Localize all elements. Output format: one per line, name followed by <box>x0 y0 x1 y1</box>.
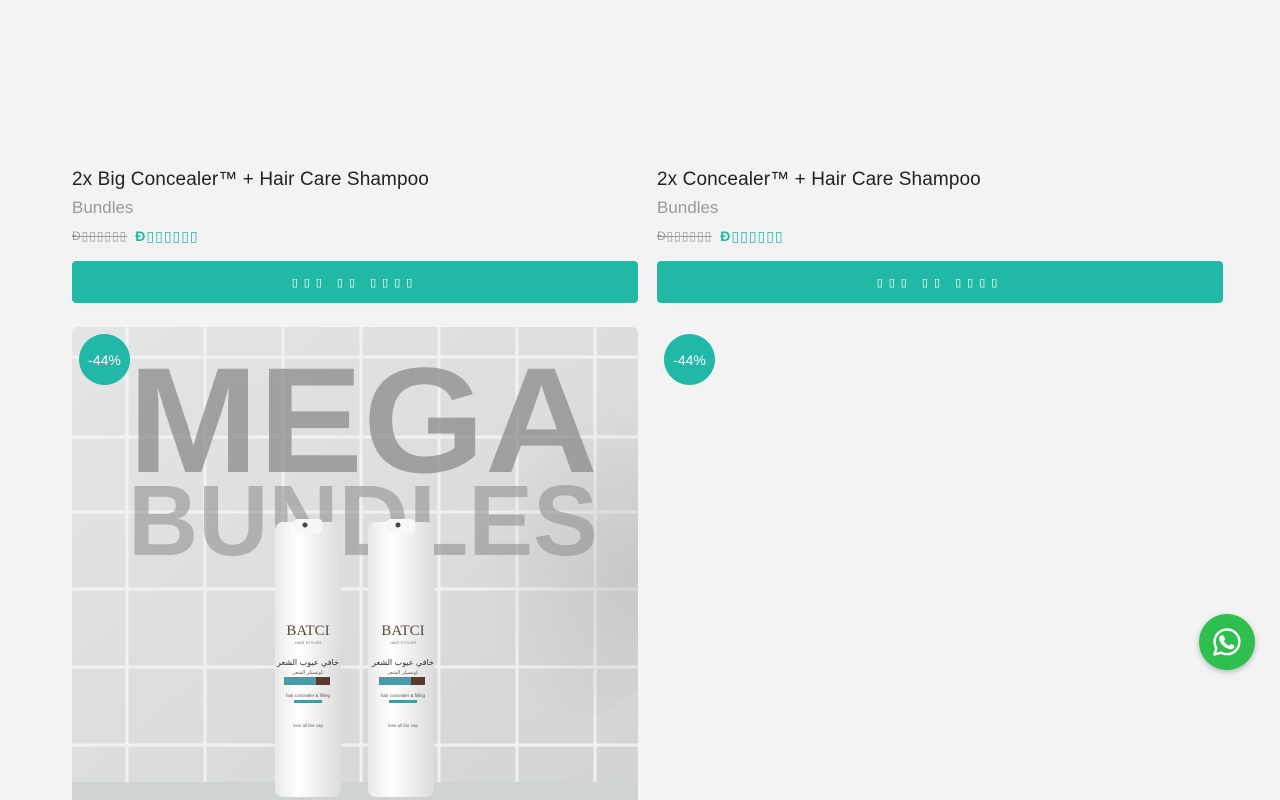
whatsapp-icon <box>1213 628 1241 656</box>
product-title[interactable]: 2x Concealer™ + Hair Care Shampoo <box>657 166 1223 194</box>
product-image-mega-bundles[interactable]: -44% MEGA BUNDLES BATCI HAIR STYLER خافي… <box>72 327 638 800</box>
product-photo: MEGA BUNDLES BATCI HAIR STYLER خافي عيوب… <box>72 327 638 800</box>
product-category: Bundles <box>657 198 719 217</box>
svg-text:كونسيلر الشعر: كونسيلر الشعر <box>387 670 419 676</box>
discount-badge: -44% <box>79 334 130 385</box>
svg-text:HAIR STYLER: HAIR STYLER <box>390 640 416 645</box>
product-card-2: 2x Concealer™ + Hair Care Shampoo Bundle… <box>657 166 1223 303</box>
price-original: Đ▯▯▯▯▯▯ <box>72 229 128 243</box>
price-row: Đ▯▯▯▯▯▯ Đ▯▯▯▯▯▯ <box>72 226 638 246</box>
bottle-right: BATCI HAIR STYLER خافي عيوب الشعر كونسيل… <box>368 519 434 797</box>
price-sale: Đ▯▯▯▯▯▯ <box>720 227 784 244</box>
discount-badge: -44% <box>664 334 715 385</box>
svg-text:خافي عيوب الشعر: خافي عيوب الشعر <box>276 658 339 667</box>
svg-text:BATCI: BATCI <box>381 623 424 639</box>
svg-text:hair concealer & filling: hair concealer & filling <box>286 693 331 698</box>
price-row: Đ▯▯▯▯▯▯ Đ▯▯▯▯▯▯ <box>657 226 1223 246</box>
product-title[interactable]: 2x Big Concealer™ + Hair Care Shampoo <box>72 166 638 194</box>
svg-text:BATCI: BATCI <box>286 623 329 639</box>
product-card-1: 2x Big Concealer™ + Hair Care Shampoo Bu… <box>72 166 638 303</box>
svg-text:كونسيلر الشعر: كونسيلر الشعر <box>292 670 324 676</box>
whatsapp-chat-button[interactable] <box>1199 614 1255 670</box>
svg-text:hair concealer & filling: hair concealer & filling <box>381 693 426 698</box>
bottle-left: BATCI HAIR STYLER خافي عيوب الشعر كونسيل… <box>275 519 341 797</box>
add-to-cart-button[interactable]: ▯▯▯ ▯▯ ▯▯▯▯ <box>72 261 638 303</box>
product-image-placeholder[interactable]: -44% <box>657 327 1223 800</box>
svg-text:HAIR STYLER: HAIR STYLER <box>295 640 321 645</box>
svg-text:lose all the cap: lose all the cap <box>388 723 419 728</box>
price-sale: Đ▯▯▯▯▯▯ <box>135 227 199 244</box>
svg-text:lose all the cap: lose all the cap <box>293 723 324 728</box>
svg-text:خافي عيوب الشعر: خافي عيوب الشعر <box>371 658 434 667</box>
add-to-cart-button[interactable]: ▯▯▯ ▯▯ ▯▯▯▯ <box>657 261 1223 303</box>
product-category: Bundles <box>72 198 134 217</box>
headline-bundles: BUNDLES <box>128 465 598 577</box>
price-original: Đ▯▯▯▯▯▯ <box>657 229 713 243</box>
